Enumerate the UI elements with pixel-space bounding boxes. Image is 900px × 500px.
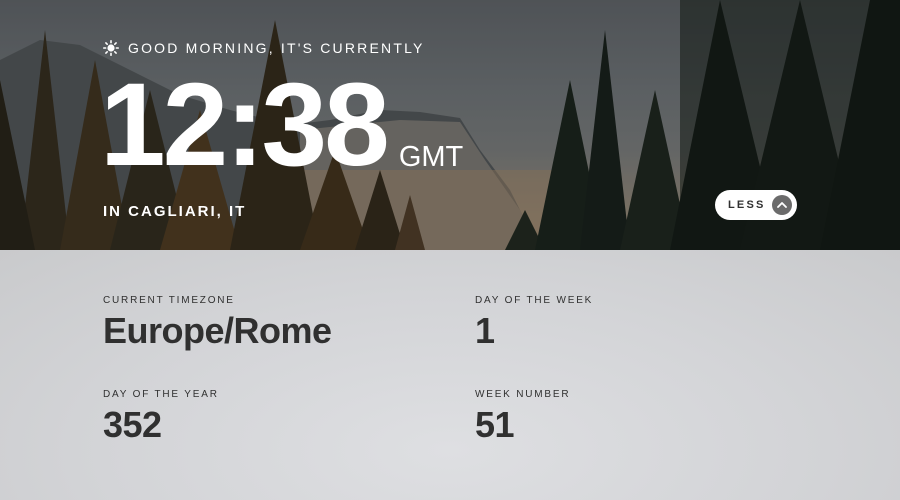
stat-label: DAY OF THE YEAR	[103, 389, 219, 400]
stat-label: WEEK NUMBER	[475, 389, 571, 400]
chevron-up-icon	[772, 195, 792, 215]
stat-value: 352	[103, 404, 162, 445]
stat-label: DAY OF THE WEEK	[475, 295, 594, 306]
timezone-abbreviation: GMT	[398, 141, 464, 173]
timezone-stat: CURRENT TIMEZONE Europe/Rome	[103, 295, 332, 352]
toggle-label: LESS	[728, 199, 766, 211]
day-of-year-stat: DAY OF THE YEAR 352	[103, 389, 219, 446]
stat-label: CURRENT TIMEZONE	[103, 295, 235, 306]
current-time: 12:38	[100, 59, 390, 191]
day-of-week-stat: DAY OF THE WEEK 1	[475, 295, 593, 352]
sun-icon	[103, 40, 119, 56]
details-panel: CURRENT TIMEZONE Europe/Rome DAY OF THE …	[0, 250, 900, 500]
location-label: IN CAGLIARI, IT	[103, 203, 247, 220]
clock: 12:38 GMT	[100, 66, 463, 184]
less-toggle-button[interactable]: LESS	[715, 190, 797, 220]
stat-value: 1	[475, 310, 495, 351]
hero-background: GOOD MORNING, IT'S CURRENTLY 12:38 GMT I…	[0, 0, 900, 250]
greeting-text: GOOD MORNING, IT'S CURRENTLY	[128, 40, 425, 56]
stat-value: 51	[475, 404, 515, 445]
stat-value: Europe/Rome	[103, 310, 332, 351]
greeting: GOOD MORNING, IT'S CURRENTLY	[103, 40, 425, 56]
week-number-stat: WEEK NUMBER 51	[475, 389, 570, 446]
